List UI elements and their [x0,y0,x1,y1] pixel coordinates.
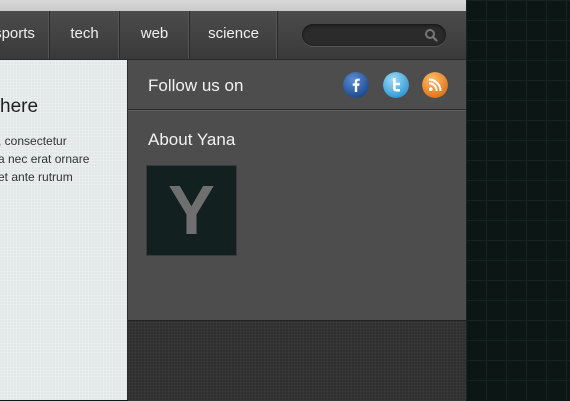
excerpt-line: et ante rutrum [0,170,73,184]
search-box [302,24,446,46]
nav-item-label: science [208,25,259,42]
nav-item-web[interactable]: web [120,11,190,59]
nav-item-science[interactable]: science [190,11,278,59]
post-excerpt: , consectetur a nec erat ornare et ante … [0,132,89,186]
background-grid [466,0,570,400]
nav-item-label: sports [0,25,35,42]
search-icon[interactable] [424,28,438,42]
sidebar: Follow us on About Yana Y [128,60,466,401]
twitter-icon[interactable] [383,72,409,98]
author-avatar: Y [147,166,236,255]
post-heading[interactable]: here [0,96,38,118]
excerpt-line: , consectetur [0,134,67,148]
sidebar-bottom-panel [128,320,466,401]
main-content: here , consectetur a nec erat ornare et … [0,60,128,400]
main-navigation: sports tech web science [0,11,466,60]
excerpt-line: a nec erat ornare [0,152,90,166]
nav-item-label: tech [70,25,99,42]
nav-item-tech[interactable]: tech [50,11,120,59]
search-input[interactable] [312,27,426,45]
nav-item-label: web [140,25,169,42]
about-title: About Yana [148,130,236,149]
follow-us-label: Follow us on [148,76,244,95]
rss-icon[interactable] [422,72,448,98]
nav-item-sports[interactable]: sports [0,11,50,59]
follow-us-section: Follow us on [128,60,466,110]
facebook-icon[interactable] [343,72,369,98]
